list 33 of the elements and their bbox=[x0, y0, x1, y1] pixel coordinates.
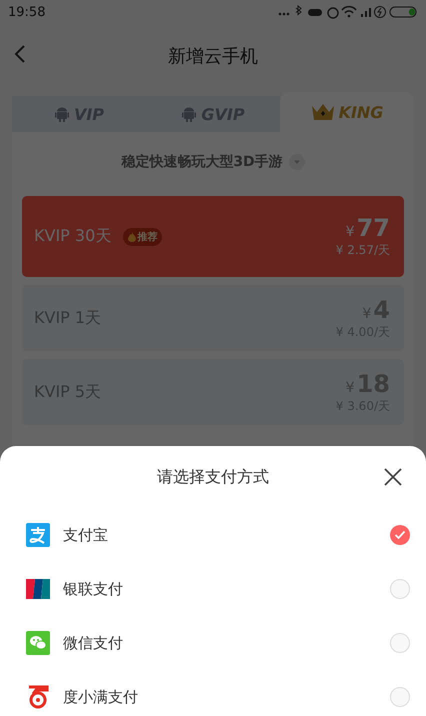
duxiaoman-icon bbox=[26, 685, 50, 709]
payment-method-label[interactable]: 支付宝 bbox=[63, 526, 377, 544]
close-icon[interactable] bbox=[384, 468, 402, 486]
currency-sign: ¥ bbox=[346, 224, 355, 240]
payment-method-label[interactable]: 微信支付 bbox=[63, 634, 377, 652]
sheet-title: 请选择支付方式 bbox=[157, 466, 269, 488]
flame-icon bbox=[128, 232, 136, 242]
payment-method-label[interactable]: 银联支付 bbox=[63, 580, 377, 598]
currency-sign: ¥ bbox=[362, 306, 372, 322]
badge-label: 推荐 bbox=[137, 230, 158, 244]
subtitle: 稳定快速畅玩大型3D手游 bbox=[121, 153, 283, 171]
android-icon bbox=[181, 106, 198, 122]
radio-button[interactable] bbox=[390, 633, 410, 653]
alipay-icon bbox=[26, 523, 50, 547]
radio-button[interactable] bbox=[390, 579, 410, 599]
price-per-day: ¥ 2.57/天 bbox=[336, 242, 390, 259]
unionpay-icon bbox=[26, 577, 50, 601]
page-title: 新增云手机 bbox=[168, 45, 258, 68]
status-time: 19:58 bbox=[8, 4, 46, 20]
android-icon bbox=[54, 106, 70, 122]
crown-icon bbox=[310, 103, 335, 121]
plan-tab[interactable]: KING bbox=[280, 92, 414, 132]
check-icon bbox=[394, 530, 406, 540]
radio-button[interactable] bbox=[390, 525, 410, 545]
wechat-icon bbox=[26, 631, 50, 655]
plan-name: KVIP 30天 bbox=[34, 226, 112, 247]
dropdown-icon[interactable] bbox=[288, 154, 305, 170]
radio-button[interactable] bbox=[390, 687, 410, 707]
currency-sign: ¥ bbox=[346, 380, 355, 396]
back-icon[interactable] bbox=[14, 44, 26, 64]
plan-price: 77 bbox=[356, 214, 390, 242]
plan-card[interactable]: KVIP 30天 推荐 ¥77 ¥ 2.57/天 bbox=[22, 196, 404, 277]
payment-method-label[interactable]: 度小满支付 bbox=[63, 688, 377, 706]
